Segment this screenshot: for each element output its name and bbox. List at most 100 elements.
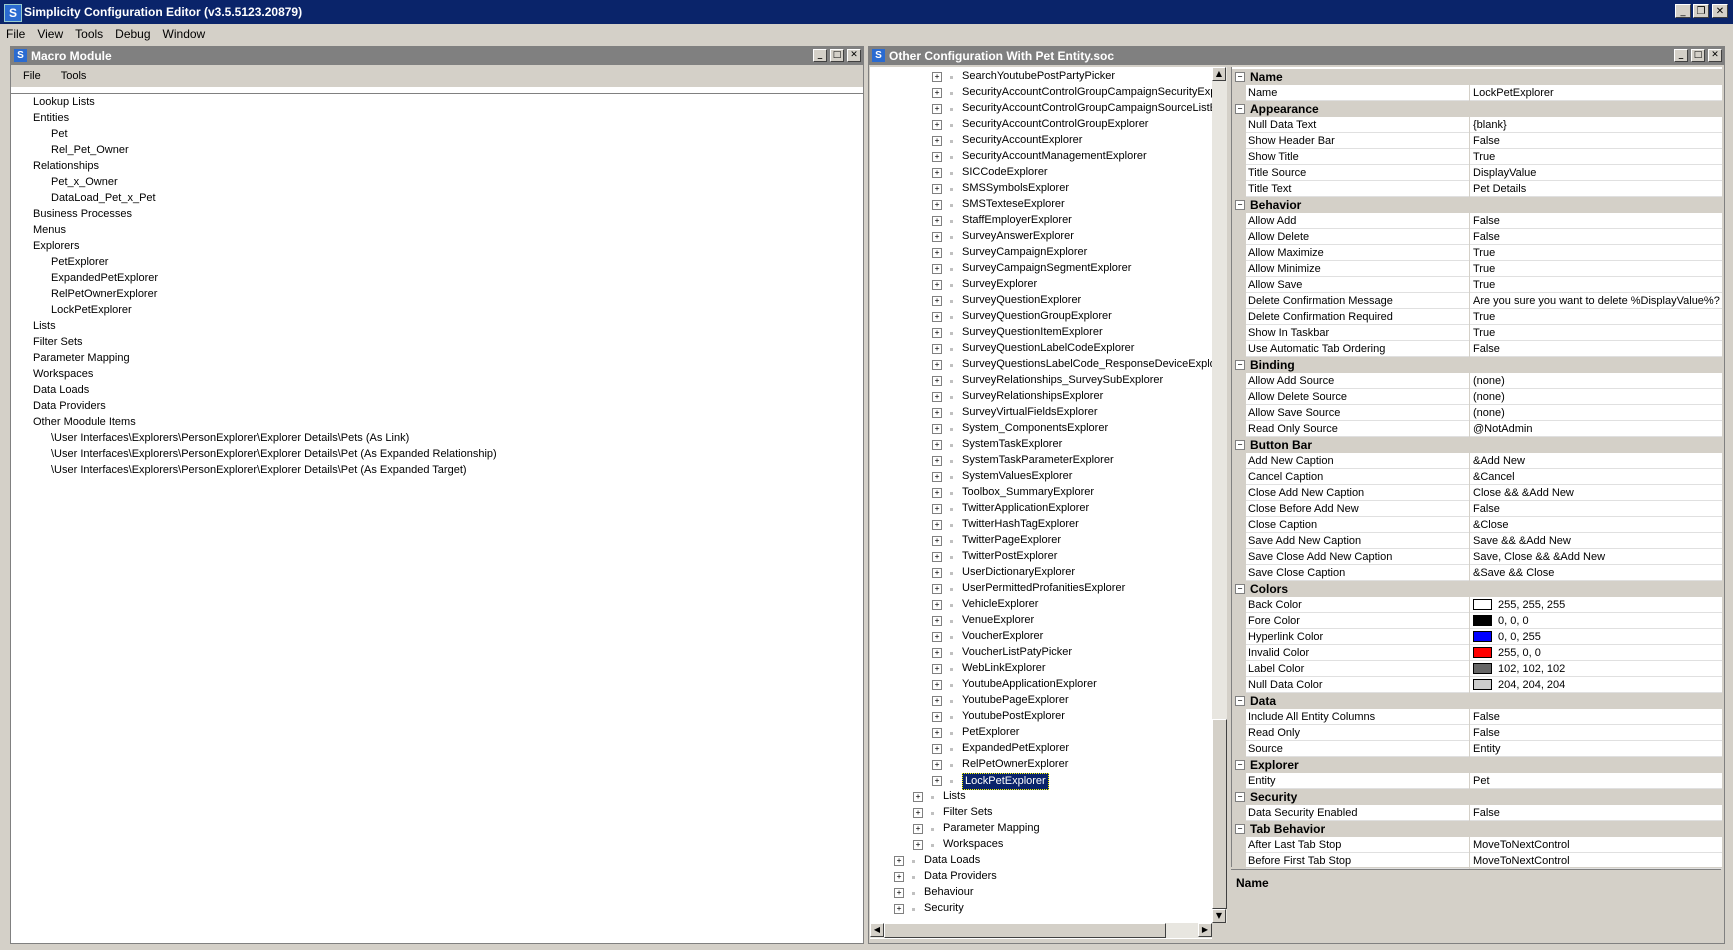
- tree-node[interactable]: SurveyCampaignExplorer: [962, 245, 1087, 260]
- property-row[interactable]: Source Entity: [1232, 741, 1722, 757]
- property-value[interactable]: MoveToNextControl: [1473, 837, 1720, 853]
- property-row[interactable]: Name LockPetExplorer: [1232, 85, 1722, 101]
- property-row[interactable]: Null Data Text {blank}: [1232, 117, 1722, 133]
- tree-node[interactable]: SurveyCampaignSegmentExplorer: [962, 261, 1131, 276]
- property-category[interactable]: − Behavior: [1232, 197, 1722, 213]
- tree-node[interactable]: SurveyQuestionGroupExplorer: [962, 309, 1112, 324]
- property-row[interactable]: Back Color 255, 255, 255: [1232, 597, 1722, 613]
- close-icon[interactable]: ✕: [1708, 49, 1722, 62]
- plus-icon[interactable]: +: [894, 856, 904, 866]
- tree-node[interactable]: SecurityAccountExplorer: [962, 133, 1082, 148]
- plus-icon[interactable]: +: [932, 488, 942, 498]
- tree-node[interactable]: Data Providers: [924, 869, 997, 884]
- plus-icon[interactable]: +: [932, 712, 942, 722]
- property-row[interactable]: Allow Add Source (none): [1232, 373, 1722, 389]
- plus-icon[interactable]: +: [932, 216, 942, 226]
- property-value[interactable]: (none): [1473, 389, 1720, 405]
- list-item[interactable]: Other Moodule Items: [33, 414, 136, 430]
- plus-icon[interactable]: +: [932, 72, 942, 82]
- property-row[interactable]: Show Header Bar False: [1232, 133, 1722, 149]
- list-item[interactable]: Rel_Pet_Owner: [51, 142, 129, 158]
- property-row[interactable]: Show In Taskbar True: [1232, 325, 1722, 341]
- property-value[interactable]: (none): [1473, 405, 1720, 421]
- property-value[interactable]: Pet: [1473, 773, 1720, 789]
- plus-icon[interactable]: +: [932, 200, 942, 210]
- plus-icon[interactable]: +: [932, 696, 942, 706]
- property-row[interactable]: Fore Color 0, 0, 0: [1232, 613, 1722, 629]
- minus-icon[interactable]: −: [1235, 584, 1245, 594]
- property-value[interactable]: False: [1473, 805, 1720, 821]
- property-category[interactable]: − Appearance: [1232, 101, 1722, 117]
- property-row[interactable]: Label Color 102, 102, 102: [1232, 661, 1722, 677]
- tree-node[interactable]: SMSSymbolsExplorer: [962, 181, 1069, 196]
- property-row[interactable]: Before First Tab Stop MoveToNextControl: [1232, 853, 1722, 869]
- list-item[interactable]: Filter Sets: [33, 334, 83, 350]
- tree-node[interactable]: SurveyExplorer: [962, 277, 1037, 292]
- tree-node[interactable]: SurveyAnswerExplorer: [962, 229, 1074, 244]
- plus-icon[interactable]: +: [932, 568, 942, 578]
- property-category[interactable]: − Security: [1232, 789, 1722, 805]
- property-row[interactable]: Allow Add False: [1232, 213, 1722, 229]
- property-row[interactable]: Allow Delete Source (none): [1232, 389, 1722, 405]
- plus-icon[interactable]: +: [932, 520, 942, 530]
- plus-icon[interactable]: +: [932, 504, 942, 514]
- list-item[interactable]: Data Providers: [33, 398, 106, 414]
- minus-icon[interactable]: −: [1235, 104, 1245, 114]
- plus-icon[interactable]: +: [932, 664, 942, 674]
- plus-icon[interactable]: +: [932, 376, 942, 386]
- tree-horizontal-scrollbar[interactable]: ◀ ▶: [870, 923, 1212, 938]
- tree-node[interactable]: SurveyRelationshipsExplorer: [962, 389, 1103, 404]
- property-category[interactable]: − Button Bar: [1232, 437, 1722, 453]
- property-value[interactable]: 255, 255, 255: [1473, 597, 1720, 613]
- plus-icon[interactable]: +: [932, 408, 942, 418]
- scroll-up-icon[interactable]: ▲: [1212, 67, 1226, 81]
- list-item[interactable]: \User Interfaces\Explorers\PersonExplore…: [51, 446, 497, 462]
- property-value[interactable]: False: [1473, 725, 1720, 741]
- list-item[interactable]: Business Processes: [33, 206, 132, 222]
- tree-node[interactable]: SurveyQuestionLabelCodeExplorer: [962, 341, 1134, 356]
- property-category[interactable]: − Tab Behavior: [1232, 821, 1722, 837]
- minus-icon[interactable]: −: [1235, 696, 1245, 706]
- property-row[interactable]: Hyperlink Color 0, 0, 255: [1232, 629, 1722, 645]
- property-row[interactable]: Include All Entity Columns False: [1232, 709, 1722, 725]
- list-item[interactable]: Workspaces: [33, 366, 93, 382]
- property-value[interactable]: 0, 0, 255: [1473, 629, 1720, 645]
- property-row[interactable]: Invalid Color 255, 0, 0: [1232, 645, 1722, 661]
- plus-icon[interactable]: +: [932, 88, 942, 98]
- plus-icon[interactable]: +: [932, 248, 942, 258]
- tree-node[interactable]: SystemValuesExplorer: [962, 469, 1072, 484]
- property-row[interactable]: Save Close Add New Caption Save, Close &&…: [1232, 549, 1722, 565]
- property-value[interactable]: False: [1473, 229, 1720, 245]
- property-value[interactable]: LockPetExplorer: [1473, 85, 1720, 101]
- property-value[interactable]: True: [1473, 277, 1720, 293]
- tree-scroll-thumb[interactable]: [1212, 719, 1227, 909]
- tree-node[interactable]: SecurityAccountControlGroupCampaignSourc…: [962, 101, 1212, 116]
- property-row[interactable]: Read Only False: [1232, 725, 1722, 741]
- tree-node[interactable]: TwitterPageExplorer: [962, 533, 1061, 548]
- property-category[interactable]: − Colors: [1232, 581, 1722, 597]
- close-icon[interactable]: ✕: [1712, 4, 1728, 18]
- list-item[interactable]: ExpandedPetExplorer: [51, 270, 158, 286]
- tree-node[interactable]: SystemTaskExplorer: [962, 437, 1062, 452]
- list-item[interactable]: Pet: [51, 126, 68, 142]
- plus-icon[interactable]: +: [932, 728, 942, 738]
- list-item[interactable]: Menus: [33, 222, 66, 238]
- property-category[interactable]: − Data: [1232, 693, 1722, 709]
- plus-icon[interactable]: +: [913, 824, 923, 834]
- property-row[interactable]: Save Add New Caption Save && &Add New: [1232, 533, 1722, 549]
- tree-node[interactable]: SearchYoutubePostPartyPicker: [962, 69, 1115, 84]
- tree-node-selected[interactable]: LockPetExplorer: [962, 773, 1049, 790]
- tree-node[interactable]: ExpandedPetExplorer: [962, 741, 1069, 756]
- tree-node[interactable]: YoutubePageExplorer: [962, 693, 1069, 708]
- property-row[interactable]: After Last Tab Stop MoveToNextControl: [1232, 837, 1722, 853]
- minimize-icon[interactable]: _: [813, 49, 827, 62]
- property-value[interactable]: (none): [1473, 373, 1720, 389]
- maximize-icon[interactable]: ❐: [1693, 4, 1709, 18]
- plus-icon[interactable]: +: [932, 760, 942, 770]
- tree-node[interactable]: Lists: [943, 789, 966, 804]
- tree-node[interactable]: VenueExplorer: [962, 613, 1034, 628]
- plus-icon[interactable]: +: [932, 472, 942, 482]
- property-row[interactable]: Cancel Caption &Cancel: [1232, 469, 1722, 485]
- property-value[interactable]: Close && &Add New: [1473, 485, 1720, 501]
- tree-node[interactable]: Toolbox_SummaryExplorer: [962, 485, 1094, 500]
